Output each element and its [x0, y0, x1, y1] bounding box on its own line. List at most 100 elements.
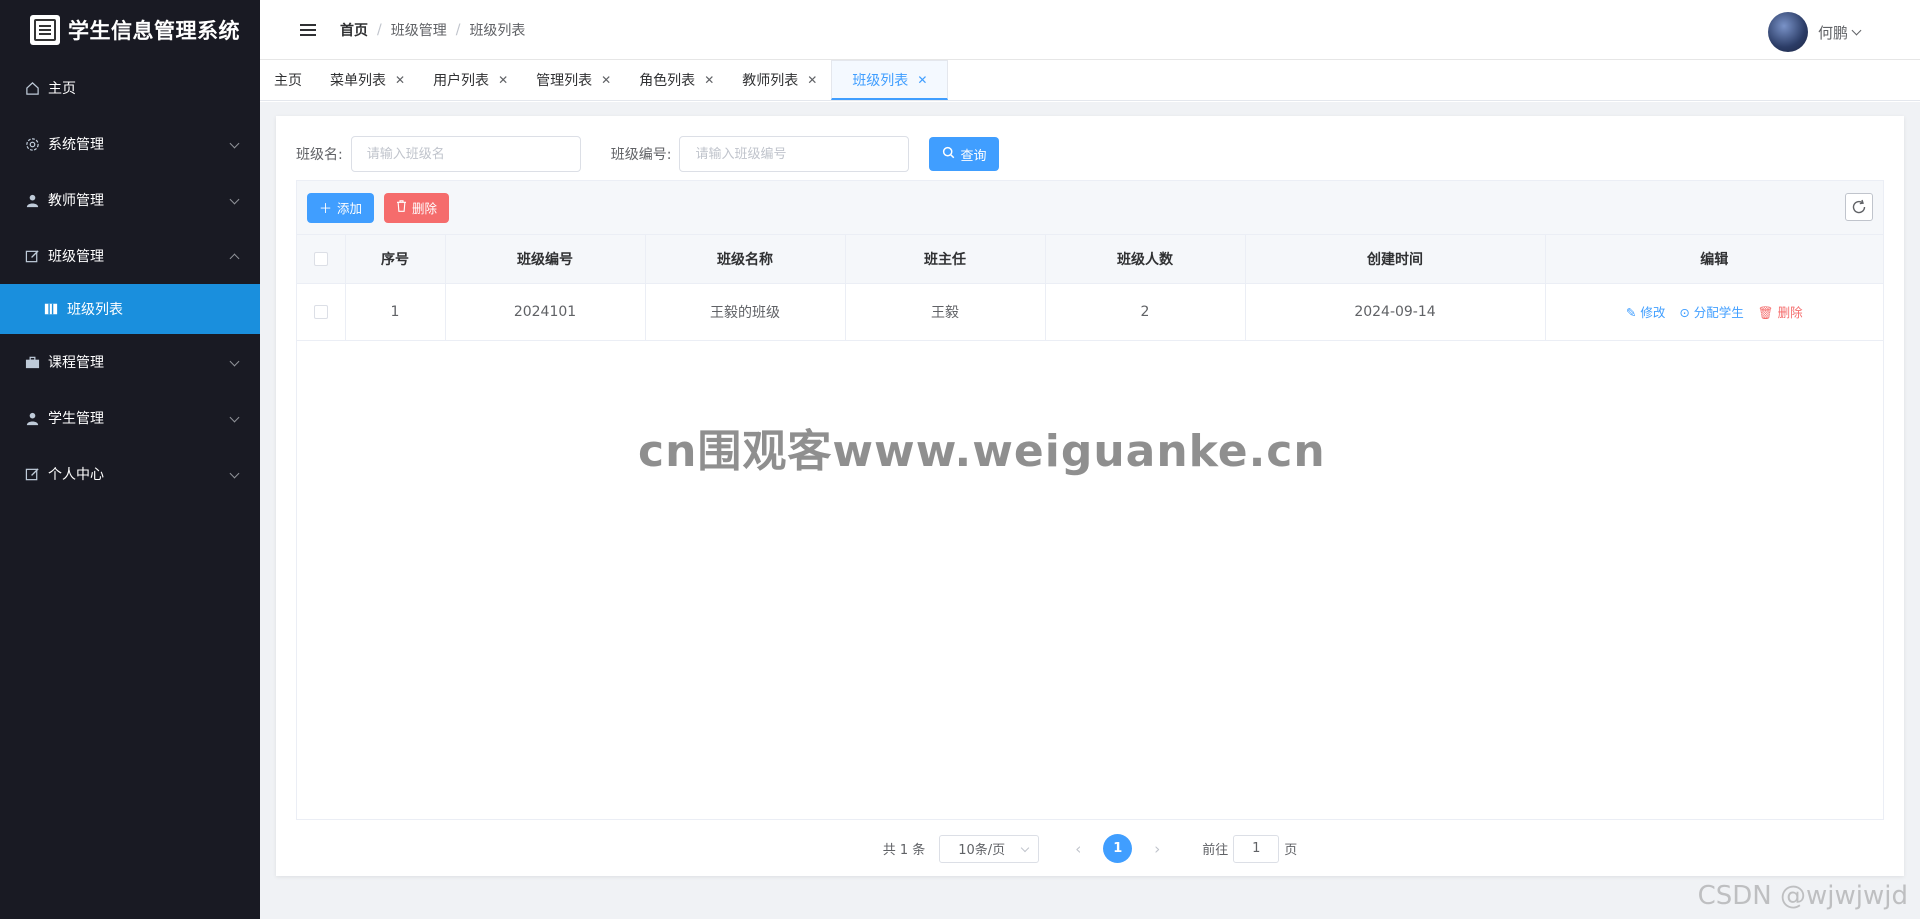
close-icon[interactable]: ✕: [807, 73, 817, 87]
close-icon[interactable]: ✕: [601, 73, 611, 87]
close-icon[interactable]: ✕: [498, 73, 508, 87]
tab-class-list[interactable]: 班级列表 ✕: [831, 60, 949, 100]
breadcrumb: 首页 / 班级管理 / 班级列表: [340, 20, 525, 40]
sidebar-item-classes[interactable]: 班级管理: [0, 228, 260, 284]
query-button[interactable]: 查询: [929, 137, 1000, 171]
class-no-label: 班级编号:: [610, 147, 672, 163]
goto-suffix: 页: [1284, 843, 1298, 858]
sidebar-item-students[interactable]: 学生管理: [0, 390, 260, 446]
chevron-down-icon: [1021, 843, 1030, 852]
cell-actions: ✎ 修改 ⊙ 分配学生 🗑 删除: [1545, 283, 1883, 341]
class-name-input[interactable]: [350, 136, 581, 172]
column-header: 创建时间: [1245, 235, 1546, 284]
tab-label: 管理列表: [536, 73, 593, 89]
tab-home[interactable]: 主页: [260, 60, 316, 100]
chevron-down-icon: [1851, 25, 1862, 35]
add-button[interactable]: ＋ 添加: [307, 192, 375, 223]
row-checkbox[interactable]: [313, 304, 328, 319]
sidebar-item-label: 教师管理: [48, 193, 104, 209]
edit-icon: ✎: [1625, 305, 1637, 320]
csdn-watermark: CSDN @wjwjwjd: [1697, 881, 1908, 911]
total-count: 共 1 条: [882, 843, 926, 858]
goto-prefix: 前往: [1202, 843, 1229, 858]
book-icon: [44, 302, 58, 316]
select-all-cell: [297, 235, 346, 284]
tab-label: 班级列表: [852, 72, 909, 89]
prev-page-icon[interactable]: ‹: [1063, 840, 1093, 858]
column-header: 班级名称: [645, 235, 846, 284]
query-button-label: 查询: [960, 148, 987, 164]
sidebar: 学生信息管理系统 主页 系统管理 教师管理 班级管理 班级列表 课程管理 学生管…: [0, 0, 260, 919]
sidebar-item-label: 主页: [48, 81, 76, 97]
batch-delete-button[interactable]: 删除: [384, 192, 450, 223]
column-header: 编辑: [1545, 235, 1883, 284]
tab-role-list[interactable]: 角色列表 ✕: [625, 60, 728, 100]
sidebar-item-label: 个人中心: [48, 467, 104, 483]
column-header: 班主任: [845, 235, 1046, 284]
close-icon[interactable]: ✕: [704, 73, 714, 87]
table-panel: ＋ 添加 删除 序号 班级编号 班级名称 班主任 班级人数 创建时间 编辑 1 …: [296, 180, 1884, 820]
sidebar-item-label: 课程管理: [48, 355, 104, 371]
content-card: 班级名: 班级编号: 查询 ＋ 添加: [276, 116, 1904, 876]
page-size-select[interactable]: 10条/页: [939, 834, 1040, 863]
row-delete-button[interactable]: 🗑 删除: [1758, 305, 1803, 320]
search-form: 班级名: 班级编号: 查询: [296, 136, 1000, 172]
trash-icon: 🗑: [1757, 305, 1774, 320]
column-header: 序号: [345, 235, 446, 284]
tab-admin-list[interactable]: 管理列表 ✕: [522, 60, 625, 100]
user-menu[interactable]: 何鹏: [1767, 12, 1862, 52]
breadcrumb-separator: /: [377, 21, 382, 38]
close-icon[interactable]: ✕: [395, 73, 405, 87]
page-number-current[interactable]: 1: [1103, 834, 1133, 863]
cell-class-no: 2024101: [445, 283, 646, 341]
chevron-down-icon: [229, 194, 240, 205]
assign-students-button[interactable]: ⊙ 分配学生: [1679, 305, 1747, 320]
row-select-cell: [297, 283, 346, 341]
cell-created: 2024-09-14: [1245, 283, 1546, 341]
delete-button-label: 删除: [412, 201, 438, 216]
breadcrumb-separator: /: [455, 21, 461, 38]
menu-toggle-icon[interactable]: [300, 21, 316, 39]
sidebar-item-teachers[interactable]: 教师管理: [0, 172, 260, 228]
avatar: [1767, 12, 1808, 52]
search-icon: [942, 146, 955, 163]
home-icon: [24, 80, 40, 96]
app-logo-icon: [30, 15, 60, 45]
chevron-down-icon: [229, 138, 240, 149]
add-button-label: 添加: [337, 201, 363, 216]
brand: 学生信息管理系统: [0, 0, 260, 60]
sidebar-item-home[interactable]: 主页: [0, 60, 260, 116]
edit-button[interactable]: ✎ 修改: [1626, 305, 1669, 320]
close-icon[interactable]: ✕: [917, 73, 927, 87]
goto-page-input[interactable]: [1233, 834, 1280, 863]
chevron-down-icon: [229, 468, 240, 479]
edit-icon: [24, 248, 40, 264]
trash-icon: [396, 199, 407, 216]
class-no-input[interactable]: [679, 136, 910, 172]
sidebar-item-label: 班级列表: [67, 302, 123, 318]
refresh-icon[interactable]: [1845, 193, 1873, 221]
sidebar-item-courses[interactable]: 课程管理: [0, 334, 260, 390]
chevron-up-icon: [229, 253, 240, 264]
sidebar-item-system[interactable]: 系统管理: [0, 116, 260, 172]
table-header-row: 序号 班级编号 班级名称 班主任 班级人数 创建时间 编辑: [297, 235, 1883, 284]
tab-label: 角色列表: [639, 73, 696, 89]
sidebar-item-class-list[interactable]: 班级列表: [0, 284, 260, 334]
breadcrumb-home[interactable]: 首页: [340, 20, 368, 40]
watermark-text: cn围观客www.weiguanke.cn: [638, 426, 1326, 477]
tab-menu-list[interactable]: 菜单列表 ✕: [316, 60, 419, 100]
tab-label: 菜单列表: [330, 73, 386, 89]
breadcrumb-item: 班级管理: [390, 22, 447, 39]
select-all-checkbox[interactable]: [313, 251, 328, 266]
edit-icon: [24, 466, 40, 482]
column-header: 班级人数: [1045, 235, 1246, 284]
tab-teacher-list[interactable]: 教师列表 ✕: [728, 60, 831, 100]
sidebar-item-profile[interactable]: 个人中心: [0, 446, 260, 502]
briefcase-icon: [24, 354, 40, 370]
tab-user-list[interactable]: 用户列表 ✕: [419, 60, 522, 100]
next-page-icon[interactable]: ›: [1142, 840, 1172, 858]
app-title: 学生信息管理系统: [68, 19, 240, 43]
cell-index: 1: [345, 283, 446, 341]
class-table: 序号 班级编号 班级名称 班主任 班级人数 创建时间 编辑 1 2024101: [297, 235, 1883, 341]
tab-label: 主页: [274, 73, 302, 89]
